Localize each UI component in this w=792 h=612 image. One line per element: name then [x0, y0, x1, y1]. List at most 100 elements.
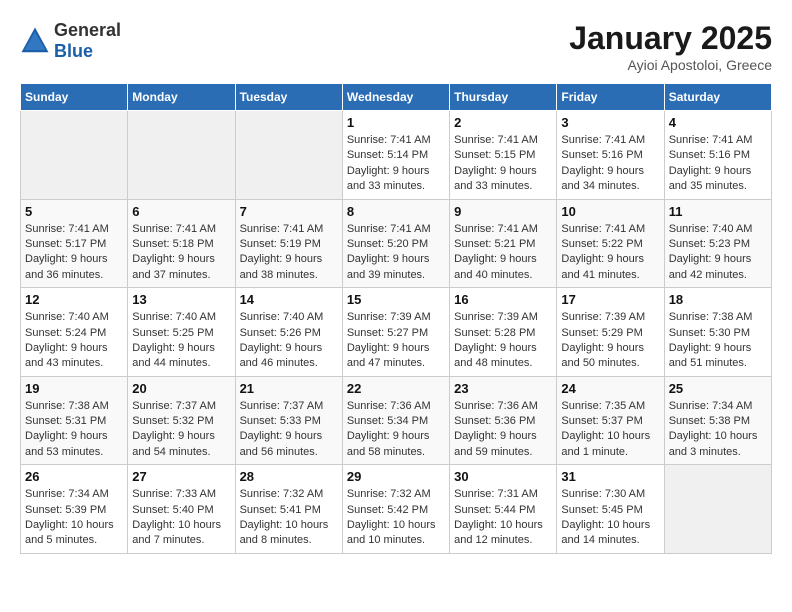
- calendar-week-0: 1Sunrise: 7:41 AMSunset: 5:14 PMDaylight…: [21, 111, 772, 200]
- calendar-cell: 27 Sunrise: 7:33 AMSunset: 5:40 PMDayligh…: [128, 465, 235, 554]
- day-number: 12: [25, 292, 123, 307]
- calendar-cell: [21, 111, 128, 200]
- calendar-cell: 17 Sunrise: 7:39 AMSunset: 5:29 PMDayligh…: [557, 288, 664, 377]
- day-number: 15: [347, 292, 445, 307]
- day-info: Sunrise: 7:37 AMSunset: 5:32 PMDaylight:…: [132, 399, 230, 461]
- day-info: Sunrise: 7:41 AMSunset: 5:17 PMDaylight:…: [25, 222, 123, 284]
- calendar-cell: 28 Sunrise: 7:32 AMSunset: 5:41 PMDayligh…: [235, 465, 342, 554]
- day-number: 23: [454, 381, 552, 396]
- calendar-cell: [128, 111, 235, 200]
- weekday-header-tuesday: Tuesday: [235, 84, 342, 111]
- day-info: Sunrise: 7:34 AMSunset: 5:38 PMDaylight:…: [669, 399, 767, 461]
- day-number: 17: [561, 292, 659, 307]
- day-number: 3: [561, 115, 659, 130]
- calendar-cell: 26Sunrise: 7:34 AMSunset: 5:39 PMDayligh…: [21, 465, 128, 554]
- calendar-header: SundayMondayTuesdayWednesdayThursdayFrid…: [21, 84, 772, 111]
- day-info: Sunrise: 7:31 AMSunset: 5:44 PMDaylight:…: [454, 487, 552, 549]
- day-number: 6: [132, 204, 230, 219]
- day-number: 4: [669, 115, 767, 130]
- calendar-cell: 20 Sunrise: 7:37 AMSunset: 5:32 PMDayligh…: [128, 376, 235, 465]
- calendar-cell: 18 Sunrise: 7:38 AMSunset: 5:30 PMDayligh…: [664, 288, 771, 377]
- day-info: Sunrise: 7:41 AMSunset: 5:16 PMDaylight:…: [669, 133, 767, 195]
- calendar-cell: [235, 111, 342, 200]
- calendar-cell: 12Sunrise: 7:40 AMSunset: 5:24 PMDayligh…: [21, 288, 128, 377]
- day-info: Sunrise: 7:40 AMSunset: 5:25 PMDaylight:…: [132, 310, 230, 372]
- day-number: 14: [240, 292, 338, 307]
- logo-text: General Blue: [54, 20, 121, 62]
- calendar-cell: [664, 465, 771, 554]
- day-number: 9: [454, 204, 552, 219]
- day-info: Sunrise: 7:35 AMSunset: 5:37 PMDaylight:…: [561, 399, 659, 461]
- calendar-cell: 14 Sunrise: 7:40 AMSunset: 5:26 PMDayligh…: [235, 288, 342, 377]
- day-number: 29: [347, 469, 445, 484]
- calendar-cell: 15 Sunrise: 7:39 AMSunset: 5:27 PMDayligh…: [342, 288, 449, 377]
- weekday-header-saturday: Saturday: [664, 84, 771, 111]
- day-number: 31: [561, 469, 659, 484]
- day-number: 28: [240, 469, 338, 484]
- title-block: January 2025 Ayioi Apostoloi, Greece: [569, 20, 772, 73]
- day-info: Sunrise: 7:41 AMSunset: 5:22 PMDaylight:…: [561, 222, 659, 284]
- weekday-header-wednesday: Wednesday: [342, 84, 449, 111]
- weekday-header-sunday: Sunday: [21, 84, 128, 111]
- day-info: Sunrise: 7:38 AMSunset: 5:31 PMDaylight:…: [25, 399, 123, 461]
- day-info: Sunrise: 7:30 AMSunset: 5:45 PMDaylight:…: [561, 487, 659, 549]
- calendar-cell: 6Sunrise: 7:41 AMSunset: 5:18 PMDaylight…: [128, 199, 235, 288]
- calendar-week-2: 12Sunrise: 7:40 AMSunset: 5:24 PMDayligh…: [21, 288, 772, 377]
- calendar-table: SundayMondayTuesdayWednesdayThursdayFrid…: [20, 83, 772, 554]
- calendar-cell: 9Sunrise: 7:41 AMSunset: 5:21 PMDaylight…: [450, 199, 557, 288]
- calendar-cell: 5 Sunrise: 7:41 AMSunset: 5:17 PMDaylight…: [21, 199, 128, 288]
- day-info: Sunrise: 7:41 AMSunset: 5:19 PMDaylight:…: [240, 222, 338, 284]
- day-info: Sunrise: 7:39 AMSunset: 5:28 PMDaylight:…: [454, 310, 552, 372]
- day-number: 26: [25, 469, 123, 484]
- calendar-week-3: 19 Sunrise: 7:38 AMSunset: 5:31 PMDayligh…: [21, 376, 772, 465]
- weekday-header-monday: Monday: [128, 84, 235, 111]
- calendar-cell: 7 Sunrise: 7:41 AMSunset: 5:19 PMDaylight…: [235, 199, 342, 288]
- calendar-cell: 29Sunrise: 7:32 AMSunset: 5:42 PMDayligh…: [342, 465, 449, 554]
- logo-general: General: [54, 20, 121, 41]
- calendar-body: 1Sunrise: 7:41 AMSunset: 5:14 PMDaylight…: [21, 111, 772, 554]
- calendar-cell: 4 Sunrise: 7:41 AMSunset: 5:16 PMDaylight…: [664, 111, 771, 200]
- calendar-week-1: 5 Sunrise: 7:41 AMSunset: 5:17 PMDaylight…: [21, 199, 772, 288]
- day-info: Sunrise: 7:36 AMSunset: 5:36 PMDaylight:…: [454, 399, 552, 461]
- weekday-header-thursday: Thursday: [450, 84, 557, 111]
- day-number: 19: [25, 381, 123, 396]
- day-info: Sunrise: 7:38 AMSunset: 5:30 PMDaylight:…: [669, 310, 767, 372]
- day-info: Sunrise: 7:36 AMSunset: 5:34 PMDaylight:…: [347, 399, 445, 461]
- logo-icon: [20, 26, 50, 56]
- calendar-cell: 16Sunrise: 7:39 AMSunset: 5:28 PMDayligh…: [450, 288, 557, 377]
- day-number: 27: [132, 469, 230, 484]
- day-number: 18: [669, 292, 767, 307]
- day-info: Sunrise: 7:40 AMSunset: 5:26 PMDaylight:…: [240, 310, 338, 372]
- day-number: 24: [561, 381, 659, 396]
- location-subtitle: Ayioi Apostoloi, Greece: [569, 57, 772, 73]
- day-info: Sunrise: 7:33 AMSunset: 5:40 PMDaylight:…: [132, 487, 230, 549]
- weekday-header-row: SundayMondayTuesdayWednesdayThursdayFrid…: [21, 84, 772, 111]
- logo-blue: Blue: [54, 41, 121, 62]
- day-number: 13: [132, 292, 230, 307]
- day-number: 2: [454, 115, 552, 130]
- day-number: 7: [240, 204, 338, 219]
- day-number: 5: [25, 204, 123, 219]
- calendar-cell: 11Sunrise: 7:40 AMSunset: 5:23 PMDayligh…: [664, 199, 771, 288]
- logo: General Blue: [20, 20, 121, 62]
- calendar-cell: 3Sunrise: 7:41 AMSunset: 5:16 PMDaylight…: [557, 111, 664, 200]
- weekday-header-friday: Friday: [557, 84, 664, 111]
- calendar-cell: 31 Sunrise: 7:30 AMSunset: 5:45 PMDayligh…: [557, 465, 664, 554]
- calendar-cell: 10 Sunrise: 7:41 AMSunset: 5:22 PMDayligh…: [557, 199, 664, 288]
- day-number: 20: [132, 381, 230, 396]
- day-info: Sunrise: 7:32 AMSunset: 5:41 PMDaylight:…: [240, 487, 338, 549]
- day-number: 30: [454, 469, 552, 484]
- day-info: Sunrise: 7:39 AMSunset: 5:27 PMDaylight:…: [347, 310, 445, 372]
- day-number: 10: [561, 204, 659, 219]
- calendar-cell: 21Sunrise: 7:37 AMSunset: 5:33 PMDayligh…: [235, 376, 342, 465]
- day-number: 25: [669, 381, 767, 396]
- day-info: Sunrise: 7:40 AMSunset: 5:23 PMDaylight:…: [669, 222, 767, 284]
- calendar-cell: 2 Sunrise: 7:41 AMSunset: 5:15 PMDaylight…: [450, 111, 557, 200]
- day-number: 22: [347, 381, 445, 396]
- calendar-cell: 8Sunrise: 7:41 AMSunset: 5:20 PMDaylight…: [342, 199, 449, 288]
- calendar-cell: 30 Sunrise: 7:31 AMSunset: 5:44 PMDayligh…: [450, 465, 557, 554]
- calendar-cell: 19 Sunrise: 7:38 AMSunset: 5:31 PMDayligh…: [21, 376, 128, 465]
- month-title: January 2025: [569, 20, 772, 57]
- day-info: Sunrise: 7:39 AMSunset: 5:29 PMDaylight:…: [561, 310, 659, 372]
- day-info: Sunrise: 7:41 AMSunset: 5:15 PMDaylight:…: [454, 133, 552, 195]
